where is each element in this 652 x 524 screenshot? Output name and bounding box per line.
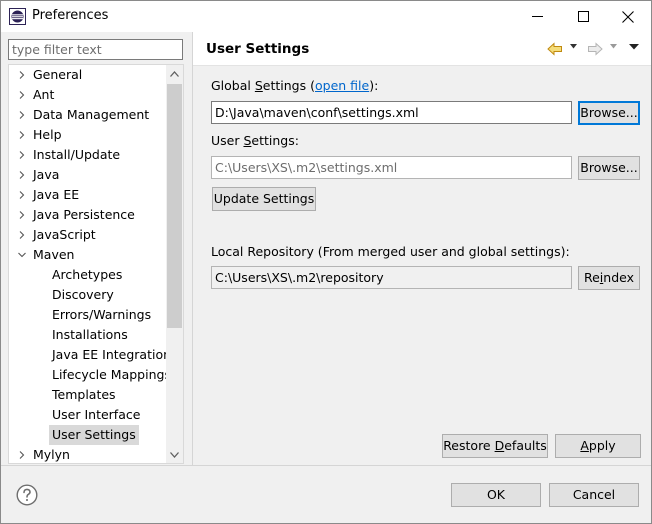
tree-item-label: Lifecycle Mappings xyxy=(52,367,171,382)
local-repository-field[interactable]: C:\Users\XS\.m2\repository xyxy=(211,266,572,289)
window-title: Preferences xyxy=(32,8,109,23)
tree-item-label: Maven xyxy=(33,247,75,262)
tree-item-label: Help xyxy=(33,127,62,142)
local-repository-label: Local Repository (From merged user and g… xyxy=(211,244,570,259)
forward-arrow-icon xyxy=(588,42,603,56)
back-menu-button[interactable] xyxy=(570,44,577,49)
back-button[interactable] xyxy=(547,42,563,56)
tree-item-label: Templates xyxy=(52,387,116,402)
tree-item-label: Archetypes xyxy=(52,267,123,282)
global-settings-field[interactable]: D:\Java\maven\conf\settings.xml xyxy=(211,101,572,124)
browse-user-button[interactable]: Browse... xyxy=(578,156,640,180)
chevron-right-icon[interactable] xyxy=(17,170,27,180)
chevron-down-icon xyxy=(170,451,179,458)
chevron-right-icon[interactable] xyxy=(17,150,27,160)
tree-item-label: User Interface xyxy=(52,407,141,422)
scroll-down-button[interactable] xyxy=(166,446,183,463)
chevron-right-icon[interactable] xyxy=(17,230,27,240)
apply-button[interactable]: Apply xyxy=(555,434,641,458)
chevron-right-icon[interactable] xyxy=(17,90,27,100)
close-window-button[interactable] xyxy=(605,1,651,32)
reindex-button[interactable]: Reindex xyxy=(578,266,640,290)
tree-item-label: Installations xyxy=(52,327,128,342)
page-title: User Settings xyxy=(206,41,310,57)
filter-input[interactable] xyxy=(8,39,183,60)
chevron-right-icon[interactable] xyxy=(17,130,27,140)
tree-item-label: JavaScript xyxy=(33,227,96,242)
view-menu-button[interactable] xyxy=(629,44,639,50)
close-icon xyxy=(622,10,634,23)
ok-button[interactable]: OK xyxy=(451,483,541,507)
chevron-right-icon[interactable] xyxy=(17,110,27,120)
tree-item-label: Mylyn xyxy=(33,447,70,462)
dropdown-arrow-icon xyxy=(610,44,617,49)
tree-item-label: User Settings xyxy=(49,425,139,445)
tree-item-label: Discovery xyxy=(52,287,114,302)
user-settings-field[interactable]: C:\Users\XS\.m2\settings.xml xyxy=(211,156,572,179)
title-bar: Preferences xyxy=(1,1,651,32)
back-arrow-icon xyxy=(547,42,562,56)
tree-item-label: Install/Update xyxy=(33,147,121,162)
minimize-button[interactable] xyxy=(514,1,560,32)
chevron-right-icon[interactable] xyxy=(17,190,27,200)
chevron-right-icon[interactable] xyxy=(17,70,27,80)
minimize-icon xyxy=(531,16,543,17)
forward-button[interactable] xyxy=(587,42,603,56)
maximize-icon xyxy=(577,11,589,22)
tree-item-label: General xyxy=(33,67,83,82)
chevron-right-icon[interactable] xyxy=(17,210,27,220)
dropdown-arrow-icon xyxy=(570,44,577,49)
tree-item-label: Ant xyxy=(33,87,55,102)
tree-item-label: Errors/Warnings xyxy=(52,307,152,322)
global-settings-label: Global Settings (open file): xyxy=(211,78,379,93)
page-header: User Settings xyxy=(193,32,651,66)
maximize-button[interactable] xyxy=(560,1,606,32)
browse-global-button[interactable]: Browse... xyxy=(578,101,640,125)
update-settings-button[interactable]: Update Settings xyxy=(212,187,316,211)
tree-item-label: Java xyxy=(33,167,60,182)
preferences-tree: General Ant Data Management Help Install/Upd… xyxy=(8,64,184,464)
chevron-right-icon[interactable] xyxy=(17,450,27,460)
scroll-up-button[interactable] xyxy=(166,65,183,82)
forward-menu-button[interactable] xyxy=(610,44,617,49)
tree-item-label: Data Management xyxy=(33,107,150,122)
tree-scrollbar[interactable] xyxy=(166,65,183,463)
chevron-up-icon xyxy=(170,70,179,77)
panel-divider xyxy=(192,32,193,465)
tree-item-label: Java Persistence xyxy=(33,207,135,222)
preferences-window: Preferences General Ant Data Management Hel… xyxy=(0,0,652,524)
chevron-down-icon[interactable] xyxy=(17,250,27,260)
tree-item-label: Java EE Integration xyxy=(52,347,172,362)
user-settings-label: User Settings: xyxy=(211,133,299,148)
view-menu-icon xyxy=(629,44,639,50)
restore-defaults-button[interactable]: Restore Defaults xyxy=(442,434,548,458)
help-icon[interactable] xyxy=(16,484,38,506)
tree-item-label: Java EE xyxy=(33,187,80,202)
cancel-button[interactable]: Cancel xyxy=(549,483,639,507)
footer-divider xyxy=(1,465,651,466)
scroll-thumb[interactable] xyxy=(167,84,182,328)
open-file-link[interactable]: open file xyxy=(315,78,369,93)
eclipse-app-icon xyxy=(9,8,26,25)
